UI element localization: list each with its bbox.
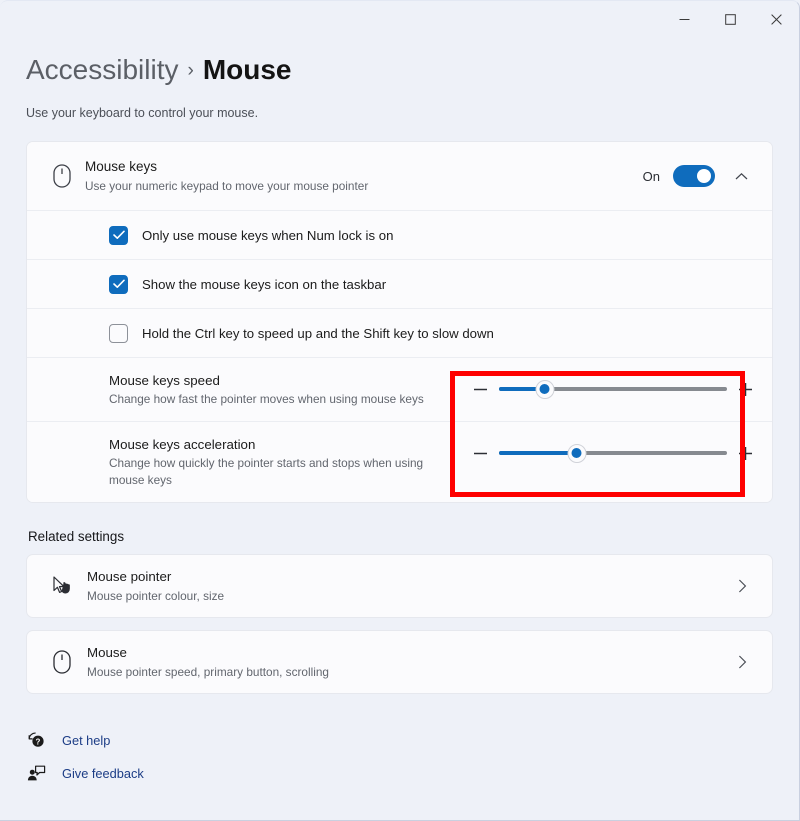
minus-icon[interactable] bbox=[472, 446, 489, 461]
chevron-right-icon bbox=[730, 655, 754, 669]
chevron-up-icon[interactable] bbox=[728, 163, 754, 189]
toggle-knob bbox=[697, 169, 711, 183]
slider-acceleration-track-fill bbox=[499, 451, 577, 455]
mouse-keys-title: Mouse keys bbox=[85, 159, 158, 174]
related-item-mouse-pointer-texts: Mouse pointer Mouse pointer colour, size bbox=[87, 567, 730, 605]
checkbox-ctrl-shift[interactable] bbox=[109, 323, 128, 343]
slider-row-acceleration: Mouse keys acceleration Change how quick… bbox=[27, 421, 772, 502]
slider-acceleration-description: Change how quickly the pointer starts an… bbox=[109, 456, 424, 487]
checkbox-row-numlock[interactable]: Only use mouse keys when Num lock is on bbox=[27, 210, 772, 259]
slider-acceleration-thumb[interactable] bbox=[567, 443, 587, 463]
mouse-keys-card: Mouse keys Use your numeric keypad to mo… bbox=[26, 141, 773, 503]
minimize-icon bbox=[679, 18, 689, 20]
slider-speed-texts: Mouse keys speed Change how fast the poi… bbox=[109, 371, 472, 408]
breadcrumb-separator-icon: › bbox=[187, 60, 194, 81]
slider-speed-title: Mouse keys speed bbox=[109, 373, 220, 388]
page-subtitle: Use your keyboard to control your mouse. bbox=[26, 106, 259, 120]
checkbox-numlock[interactable] bbox=[109, 225, 128, 245]
mouse-keys-description: Use your numeric keypad to move your mou… bbox=[85, 179, 369, 193]
slider-speed-track[interactable] bbox=[499, 379, 727, 399]
mouse-keys-texts: Mouse keys Use your numeric keypad to mo… bbox=[85, 157, 643, 195]
slider-speed-thumb[interactable] bbox=[535, 379, 555, 399]
slider-acceleration-texts: Mouse keys acceleration Change how quick… bbox=[109, 435, 472, 489]
close-button[interactable] bbox=[753, 1, 799, 37]
mouse-keys-header-row[interactable]: Mouse keys Use your numeric keypad to mo… bbox=[27, 142, 772, 210]
slider-row-speed: Mouse keys speed Change how fast the poi… bbox=[27, 357, 772, 421]
plus-icon[interactable] bbox=[737, 382, 754, 397]
related-item-mouse-pointer-title: Mouse pointer bbox=[87, 569, 172, 584]
close-icon bbox=[770, 13, 782, 25]
mouse-icon bbox=[45, 650, 79, 674]
check-icon bbox=[112, 279, 125, 288]
maximize-icon bbox=[724, 13, 736, 25]
mouse-pointer-icon bbox=[45, 575, 79, 597]
related-item-mouse[interactable]: Mouse Mouse pointer speed, primary butto… bbox=[26, 630, 773, 694]
checkbox-row-ctrl-shift[interactable]: Hold the Ctrl key to speed up and the Sh… bbox=[27, 308, 772, 357]
related-item-mouse-pointer-description: Mouse pointer colour, size bbox=[87, 589, 225, 603]
checkbox-label-ctrl-shift: Hold the Ctrl key to speed up and the Sh… bbox=[142, 325, 494, 341]
check-icon bbox=[112, 230, 125, 239]
page-title: Mouse bbox=[202, 54, 292, 85]
page-header: Accessibility › Mouse Use your keyboard … bbox=[0, 37, 799, 120]
settings-window: Accessibility › Mouse Use your keyboard … bbox=[0, 0, 800, 821]
give-feedback-link[interactable]: Give feedback bbox=[26, 757, 773, 790]
settings-content: Mouse keys Use your numeric keypad to mo… bbox=[0, 120, 799, 694]
minus-icon[interactable] bbox=[472, 382, 489, 397]
slider-acceleration-title: Mouse keys acceleration bbox=[109, 437, 256, 452]
chevron-right-icon bbox=[730, 579, 754, 593]
breadcrumb-accessibility[interactable]: Accessibility bbox=[26, 53, 178, 87]
give-feedback-label: Give feedback bbox=[62, 766, 144, 781]
slider-acceleration-track[interactable] bbox=[499, 443, 727, 463]
minimize-button[interactable] bbox=[661, 1, 707, 37]
help-icon: ? bbox=[26, 731, 46, 750]
mouse-keys-toggle[interactable] bbox=[673, 165, 715, 187]
related-item-mouse-texts: Mouse Mouse pointer speed, primary butto… bbox=[87, 643, 730, 681]
mouse-icon bbox=[45, 164, 79, 188]
slider-acceleration-control bbox=[472, 435, 754, 463]
mouse-keys-toggle-state: On bbox=[642, 168, 660, 184]
get-help-label: Get help bbox=[62, 733, 111, 748]
svg-text:?: ? bbox=[35, 737, 40, 746]
slider-speed-description: Change how fast the pointer moves when u… bbox=[109, 392, 424, 406]
get-help-link[interactable]: ? Get help bbox=[26, 724, 773, 757]
checkbox-label-taskbar-icon: Show the mouse keys icon on the taskbar bbox=[142, 276, 387, 292]
checkbox-row-taskbar-icon[interactable]: Show the mouse keys icon on the taskbar bbox=[27, 259, 772, 308]
related-item-mouse-title: Mouse bbox=[87, 645, 127, 660]
feedback-icon bbox=[26, 764, 46, 783]
slider-speed-control bbox=[472, 371, 754, 399]
plus-icon[interactable] bbox=[737, 446, 754, 461]
related-settings-title: Related settings bbox=[28, 529, 125, 544]
related-item-mouse-description: Mouse pointer speed, primary button, scr… bbox=[87, 665, 329, 679]
maximize-button[interactable] bbox=[707, 1, 753, 37]
checkbox-label-numlock: Only use mouse keys when Num lock is on bbox=[142, 227, 394, 243]
checkbox-taskbar-icon[interactable] bbox=[109, 274, 128, 294]
title-bar bbox=[0, 1, 799, 37]
footer-links: ? Get help Give feedback bbox=[0, 706, 799, 790]
mouse-keys-controls: On bbox=[643, 163, 754, 189]
related-item-mouse-pointer[interactable]: Mouse pointer Mouse pointer colour, size bbox=[26, 554, 773, 618]
breadcrumb: Accessibility › Mouse bbox=[26, 53, 773, 87]
